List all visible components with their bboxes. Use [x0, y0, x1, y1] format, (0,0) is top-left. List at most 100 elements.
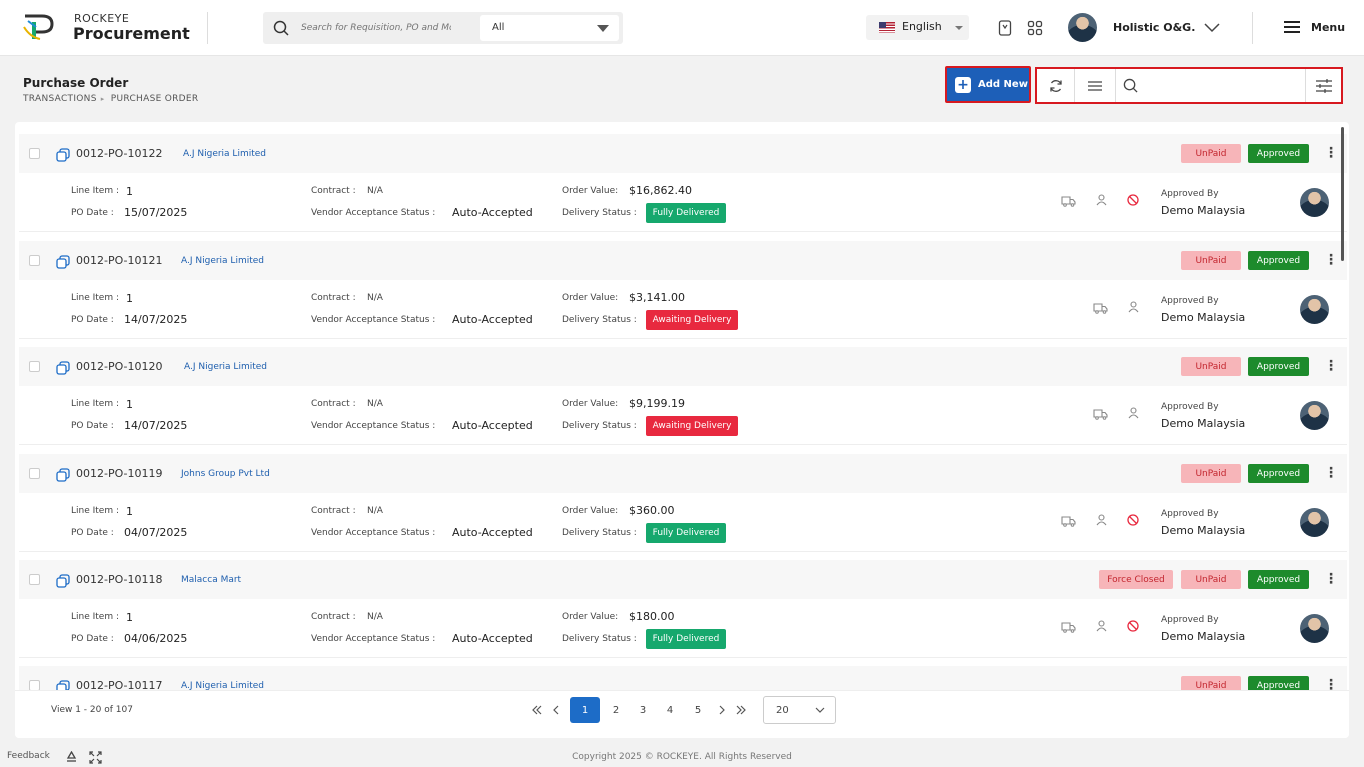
user-avatar[interactable] — [1068, 13, 1097, 42]
user-icon[interactable] — [1096, 191, 1107, 210]
copy-icon[interactable] — [56, 573, 70, 592]
truck-icon[interactable] — [1061, 512, 1076, 531]
last-page-button[interactable] — [735, 697, 747, 723]
page-button-3[interactable]: 3 — [638, 697, 648, 723]
bookmark-icon[interactable] — [998, 20, 1012, 36]
vendor-name[interactable]: Johns Group Pvt Ltd — [181, 469, 270, 479]
approver-avatar[interactable] — [1300, 295, 1329, 324]
truck-icon[interactable] — [1061, 192, 1076, 211]
chevron-down-icon — [815, 707, 825, 713]
vendor-acceptance-label: Vendor Acceptance Status : — [311, 421, 436, 431]
copy-icon[interactable] — [56, 360, 70, 379]
cancel-icon[interactable] — [1127, 191, 1139, 210]
user-icon[interactable] — [1128, 298, 1139, 317]
select-checkbox[interactable] — [29, 255, 40, 266]
language-select[interactable]: English — [866, 15, 969, 40]
search-icon[interactable] — [273, 20, 289, 36]
chevron-down-icon[interactable] — [1204, 23, 1220, 33]
list-view-button[interactable] — [1075, 69, 1116, 102]
list-toolbar — [1035, 67, 1343, 104]
contract-value: N/A — [367, 293, 383, 303]
more-options-icon[interactable]: ⋮ — [1324, 253, 1338, 267]
user-icon[interactable] — [1096, 617, 1107, 636]
vendor-name[interactable]: A.J Nigeria Limited — [181, 256, 264, 266]
order-value-label: Order Value: — [562, 186, 619, 196]
approver-avatar[interactable] — [1300, 401, 1329, 430]
more-options-icon[interactable]: ⋮ — [1324, 146, 1338, 160]
po-number[interactable]: 0012-PO-10119 — [76, 467, 163, 480]
page-size-value: 20 — [776, 705, 789, 716]
po-card: 0012-PO-10121 A.J Nigeria Limited UnPaid Ap… — [19, 241, 1347, 339]
select-checkbox[interactable] — [29, 574, 40, 585]
po-number[interactable]: 0012-PO-10121 — [76, 254, 163, 267]
more-options-icon[interactable]: ⋮ — [1324, 359, 1338, 373]
search-scope-select[interactable]: All — [480, 15, 619, 41]
caret-down-icon — [597, 25, 609, 32]
delivery-status-badge: Fully Delivered — [646, 629, 726, 649]
contract-value: N/A — [367, 612, 383, 622]
copy-icon[interactable] — [56, 254, 70, 273]
approver-avatar[interactable] — [1300, 508, 1329, 537]
vendor-name[interactable]: A.J Nigeria Limited — [184, 362, 267, 372]
copy-icon[interactable] — [56, 679, 70, 690]
prev-page-button[interactable] — [551, 697, 561, 723]
select-checkbox[interactable] — [29, 148, 40, 159]
line-item-label: Line Item : — [71, 399, 119, 409]
user-icon[interactable] — [1096, 511, 1107, 530]
page-button-4[interactable]: 4 — [665, 697, 675, 723]
payment-status-badge: UnPaid — [1181, 570, 1241, 589]
divider — [207, 12, 208, 44]
page-button-1[interactable]: 1 — [570, 697, 600, 723]
scrollbar[interactable] — [1341, 127, 1344, 261]
add-new-button[interactable]: + Add New — [945, 66, 1031, 103]
po-number[interactable]: 0012-PO-10117 — [76, 679, 163, 690]
line-item-value: 1 — [126, 398, 133, 411]
select-checkbox[interactable] — [29, 680, 40, 690]
copy-icon[interactable] — [56, 467, 70, 486]
truck-icon[interactable] — [1093, 405, 1108, 424]
more-options-icon[interactable]: ⋮ — [1324, 678, 1338, 690]
vendor-name[interactable]: Malacca Mart — [181, 575, 241, 585]
copy-icon[interactable] — [56, 147, 70, 166]
truck-icon[interactable] — [1093, 299, 1108, 318]
page-button-2[interactable]: 2 — [611, 697, 621, 723]
list-search-input[interactable] — [1145, 75, 1325, 96]
approval-status-badge: Approved — [1248, 570, 1309, 589]
more-options-icon[interactable]: ⋮ — [1324, 572, 1338, 586]
vendor-acceptance-label: Vendor Acceptance Status : — [311, 208, 436, 218]
global-search-input[interactable] — [301, 20, 451, 36]
approver-avatar[interactable] — [1300, 188, 1329, 217]
first-page-button[interactable] — [531, 697, 543, 723]
po-number[interactable]: 0012-PO-10118 — [76, 573, 163, 586]
po-date-value: 14/07/2025 — [124, 419, 188, 432]
page-button-5[interactable]: 5 — [693, 697, 703, 723]
next-page-button[interactable] — [717, 697, 727, 723]
line-item-value: 1 — [126, 185, 133, 198]
delivery-status-badge: Fully Delivered — [646, 203, 726, 223]
po-number[interactable]: 0012-PO-10122 — [76, 147, 163, 160]
vendor-name[interactable]: A.J Nigeria Limited — [181, 681, 264, 690]
order-value-label: Order Value: — [562, 293, 619, 303]
user-icon[interactable] — [1128, 404, 1139, 423]
user-name[interactable]: Holistic O&G. — [1113, 21, 1195, 34]
approved-by-value: Demo Malaysia — [1161, 524, 1246, 537]
menu-button[interactable]: Menu — [1283, 20, 1345, 34]
contract-label: Contract : — [311, 506, 356, 516]
cancel-icon[interactable] — [1127, 617, 1139, 636]
apps-grid-icon[interactable] — [1027, 20, 1043, 36]
po-date-label: PO Date : — [71, 421, 114, 431]
breadcrumb-transactions[interactable]: TRANSACTIONS — [23, 94, 97, 104]
approver-avatar[interactable] — [1300, 614, 1329, 643]
po-number[interactable]: 0012-PO-10120 — [76, 360, 163, 373]
cancel-icon[interactable] — [1127, 511, 1139, 530]
more-options-icon[interactable]: ⋮ — [1324, 466, 1338, 480]
select-checkbox[interactable] — [29, 468, 40, 479]
page-size-select[interactable]: 20 — [763, 696, 836, 724]
list-search-icon-wrap — [1116, 69, 1144, 102]
truck-icon[interactable] — [1061, 618, 1076, 637]
payment-status-badge: UnPaid — [1181, 676, 1241, 690]
filter-button[interactable] — [1306, 69, 1341, 102]
refresh-button[interactable] — [1037, 69, 1075, 102]
select-checkbox[interactable] — [29, 361, 40, 372]
vendor-name[interactable]: A.J Nigeria Limited — [183, 149, 266, 159]
